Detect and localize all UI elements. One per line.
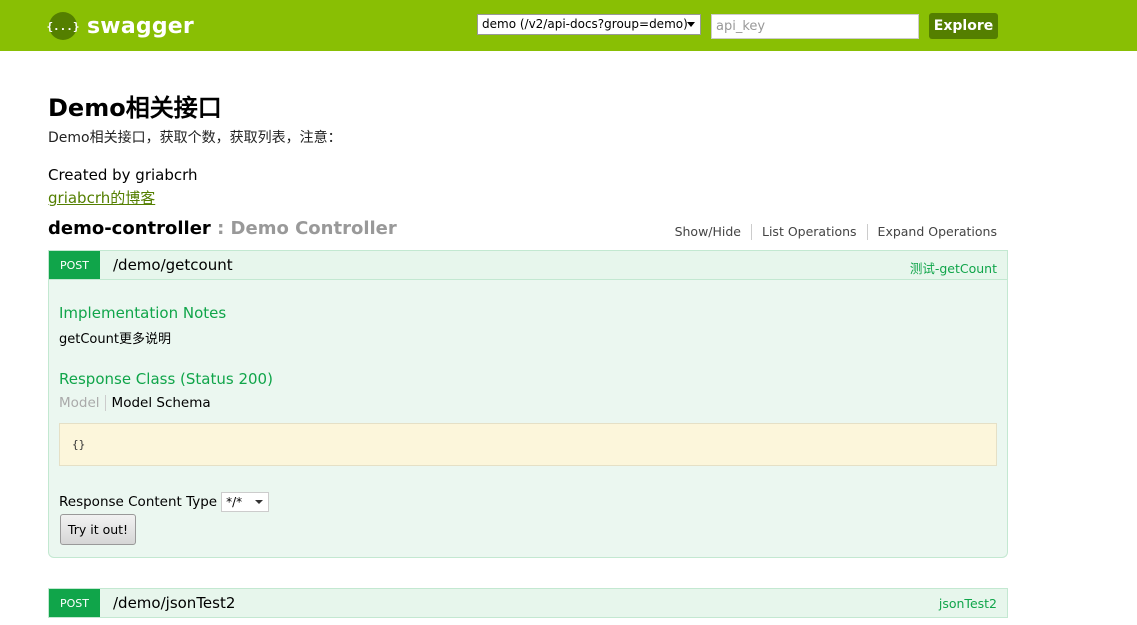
model-schema-box[interactable]: {} bbox=[59, 423, 997, 466]
response-class-title: Response Class (Status 200) bbox=[59, 370, 273, 388]
operation-content: Implementation Notes getCount更多说明 Respon… bbox=[48, 280, 1008, 558]
response-content-type-select[interactable]: */* bbox=[221, 492, 270, 512]
http-method-badge[interactable]: POST bbox=[49, 589, 100, 617]
try-it-out-button[interactable]: Try it out! bbox=[60, 514, 136, 545]
operation-heading[interactable]: POST /demo/getcount 测试-getCount bbox=[48, 250, 1008, 280]
logo-text: swagger bbox=[87, 13, 194, 39]
model-tabs: Model Model Schema bbox=[59, 395, 211, 411]
implementation-notes-text: getCount更多说明 bbox=[59, 332, 171, 347]
api-definition-value: demo (/v2/api-docs?group=demo) bbox=[482, 17, 688, 31]
response-content-type-value: */* bbox=[226, 495, 243, 509]
operation-summary[interactable]: 测试-getCount bbox=[910, 258, 997, 277]
resource-description: : Demo Controller bbox=[210, 218, 397, 239]
chevron-down-icon bbox=[687, 22, 695, 27]
page-description: Demo相关接口，获取个数，获取列表，注意： bbox=[48, 130, 342, 146]
list-operations-link[interactable]: List Operations bbox=[752, 224, 868, 240]
tab-model-schema[interactable]: Model Schema bbox=[106, 395, 211, 411]
operation-heading[interactable]: POST /demo/jsonTest2 jsonTest2 bbox=[48, 588, 1008, 618]
response-content-type: Response Content Type */* bbox=[59, 492, 270, 512]
operation-path[interactable]: /demo/jsonTest2 bbox=[113, 594, 235, 612]
implementation-notes-title: Implementation Notes bbox=[59, 304, 227, 322]
show-hide-link[interactable]: Show/Hide bbox=[665, 224, 752, 240]
operation-jsontest2: POST /demo/jsonTest2 jsonTest2 bbox=[48, 588, 1008, 618]
tab-model[interactable]: Model bbox=[59, 395, 106, 411]
chevron-down-icon bbox=[255, 500, 264, 504]
swagger-logo-icon: {...} bbox=[46, 12, 80, 40]
resource-options: Show/Hide List Operations Expand Operati… bbox=[665, 224, 997, 240]
operation-getcount: POST /demo/getcount 测试-getCount Implemen… bbox=[48, 250, 1008, 558]
swagger-logo[interactable]: {...} swagger bbox=[46, 11, 194, 41]
operation-path[interactable]: /demo/getcount bbox=[113, 256, 233, 274]
explore-button[interactable]: Explore bbox=[929, 13, 998, 39]
api-definition-select[interactable]: demo (/v2/api-docs?group=demo) bbox=[477, 14, 701, 35]
page-title: Demo相关接口 bbox=[48, 94, 222, 122]
http-method-badge[interactable]: POST bbox=[49, 251, 100, 279]
api-key-input[interactable]: api_key bbox=[711, 14, 919, 39]
operation-summary[interactable]: jsonTest2 bbox=[939, 596, 997, 611]
top-header: {...} swagger demo (/v2/api-docs?group=d… bbox=[0, 0, 1137, 51]
blog-link[interactable]: griabcrh的博客 bbox=[48, 187, 155, 208]
created-by-text: Created by griabcrh bbox=[48, 166, 198, 184]
resource-heading[interactable]: demo-controller : Demo Controller bbox=[48, 218, 397, 239]
expand-operations-link[interactable]: Expand Operations bbox=[868, 224, 997, 240]
response-content-type-label: Response Content Type bbox=[59, 494, 218, 510]
resource-name[interactable]: demo-controller bbox=[48, 218, 211, 239]
